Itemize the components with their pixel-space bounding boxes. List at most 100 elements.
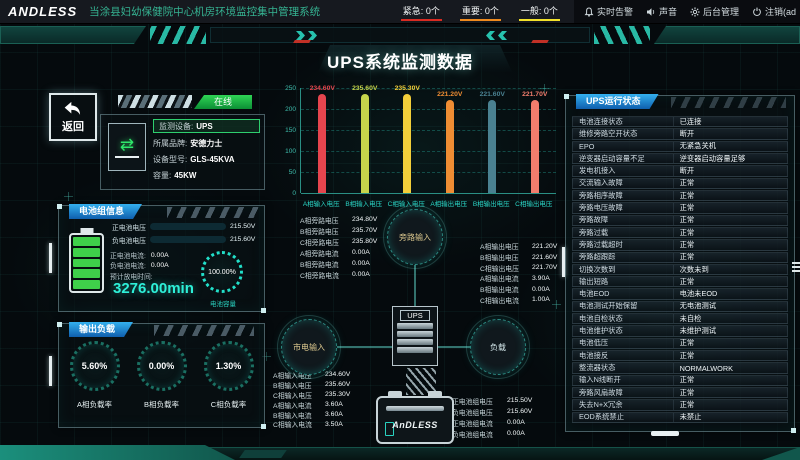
panel-grip-handle[interactable] [792,262,800,272]
back-arrow-icon [63,100,83,117]
list-item: A相输入电流 3.60A [273,400,350,410]
battery-bar-label: 负电池电压 [112,235,150,245]
deco-bracket [49,356,52,386]
device-info-rows: 监测设备: UPS 所属品牌: 安德力士 设备型号: GLS-45KVA 容量:… [153,118,260,183]
status-row-label: 电池接反 [573,351,674,360]
deco-stripes [118,95,192,108]
chart-bar [403,94,411,193]
status-row: 旁路风扇故障 正常 [572,387,788,398]
list-item-label: B相输出电流 [480,284,532,294]
load-gauge-label: A相负载率 [77,399,112,410]
list-item-value: 221.70V [532,264,557,271]
output-values-list: A相输出电压 221.20V B相输出电压 221.60V C相输出电压 221… [480,241,557,305]
status-row: 切换次数到 次数未到 [572,264,788,275]
battery-bar-value: 215.50V [230,223,255,230]
chart-bar [446,100,454,193]
status-row: 电池连接状态 已连接 [572,116,788,127]
footer-notch [239,450,287,458]
y-tick-label: 100 [285,148,296,155]
list-item: C相旁路电压 235.80V [300,236,377,247]
status-row: 维修旁路空开状态 断开 [572,128,788,139]
footer-accent [0,445,235,460]
ups-status-panel: UPS运行状态 电池连接状态 已连接 维修旁路空开状态 断开 EPO 无紧急关机… [565,95,795,432]
discharge-time-value: 3276.00min [113,280,194,297]
status-row-value: 无紧急关机 [674,141,787,151]
alarm-counter[interactable]: 重要: 0个 [460,2,501,21]
list-item: 正电池组电压 215.50V [452,395,532,406]
list-item-label: B相输入电压 [273,380,325,390]
list-item-value: 0.00A [507,430,525,437]
y-tick-label: 150 [285,127,296,134]
realtime-alarm-button[interactable]: 实时告警 [584,5,633,18]
battery-bar-value: 215.60V [230,236,255,243]
sound-button[interactable]: 声音 [646,5,677,18]
list-item: C相输入电压 235.30V [273,390,350,400]
deco-tab-slashes [671,97,786,108]
gear-icon [690,7,700,17]
status-row: 电池低压 正常 [572,338,788,349]
bypass-values-list: A相旁路电压 234.80V B相旁路电压 235.70V C相旁路电压 235… [300,214,377,280]
status-row-label: 切换次数到 [573,265,674,274]
list-item-value: 0.00A [507,419,525,426]
alarm-counter[interactable]: 一般: 0个 [519,2,560,21]
status-row: 输入N线断开 正常 [572,375,788,386]
alarm-counters: 紧急: 0个 重要: 0个 一般: 0个 [401,2,560,21]
status-row-value: 未自检 [674,314,787,324]
online-status-badge: 在线 [194,95,252,109]
chart-bar-value: 221.70V [510,91,560,98]
status-row-value: 正常 [674,252,787,262]
device-info-row: 容量: 45KW [153,167,260,183]
status-row-value: 逆变器启动容量足够 [674,154,787,164]
alarm-underline [460,19,501,21]
deco-tab-slashes [154,325,254,336]
status-row-value: 断开 [674,129,787,139]
list-item: B相输出电流 0.00A [480,284,557,295]
device-row-label: 容量: [153,170,171,181]
back-button[interactable]: 返回 [49,93,97,141]
deco-band-right [654,26,800,44]
admin-button[interactable]: 后台管理 [690,5,739,18]
bar-chart-yaxis: 050100150200250 [278,84,298,197]
list-item-value: 235.80V [352,238,377,245]
status-row-value: 正常 [674,338,787,348]
battery-voltage-bar: 正电池电压 215.50V [112,220,255,233]
alarm-count: 0个 [426,6,440,16]
status-row-label: 输入N线断开 [573,376,674,385]
chart-gridline [301,172,556,173]
page-title: UPS系统监测数据 [0,48,800,73]
status-row-label: 维修旁路空开状态 [573,129,674,138]
logout-icon [752,7,762,17]
status-row: 逆变器启动容量不足 逆变器启动容量足够 [572,153,788,164]
bar-chart: 050100150200250 234.60V235.60V235.30V221… [278,84,562,210]
list-item: B相输入电流 3.60A [273,410,350,420]
list-item-label: A相旁路电流 [300,248,352,258]
topbar-buttons: 实时告警 声音 后台管理 注销(ad [574,0,800,23]
horizontal-scrollbar-thumb[interactable] [651,431,679,436]
status-row-label: 交流输入故障 [573,179,674,188]
ups-unit: UPS [392,306,438,366]
load-gauge-label: C相负载率 [211,399,246,410]
battery-values-list: 正电池组电压 215.50V 负电池组电压 215.60V 正电池组电流 0.0… [452,395,532,439]
chart-gridline [301,109,556,110]
status-row-value: 正常 [674,191,787,201]
alarm-counter[interactable]: 紧急: 0个 [401,2,442,21]
list-item-value: 235.70V [352,227,377,234]
list-item-value: 234.60V [325,371,350,378]
list-item-value: 221.20V [532,243,557,250]
topbar: ANDLESS 当涂县妇幼保健院中心机房环境监控集中管理系统 紧急: 0个 重要… [0,0,800,24]
status-row: 电池EOD 电池未EOD [572,288,788,299]
mains-input-node: 市电输入 [281,319,337,375]
status-row-value: 断开 [674,166,787,176]
x-tick-label: C相输出电压 [504,198,564,208]
bar-chart-xaxis: A相输入电压B相输入电压C相输入电压A相输出电压B相输出电压C相输出电压 [300,196,556,208]
list-item-label: B相旁路电流 [300,259,352,269]
status-row-label: 旁路超跟踪 [573,253,674,262]
list-item: B相输入电压 235.60V [273,380,350,390]
logout-button[interactable]: 注销(ad [752,5,796,18]
device-row-value: GLS-45KVA [190,155,234,164]
wire-mains-to-ups [337,346,392,348]
list-item-label: A相输出电压 [480,241,532,251]
deco-tab-slashes [167,207,259,218]
device-row-label: 监测设备: [159,121,193,132]
transfer-icon: ⇄ [108,123,146,171]
